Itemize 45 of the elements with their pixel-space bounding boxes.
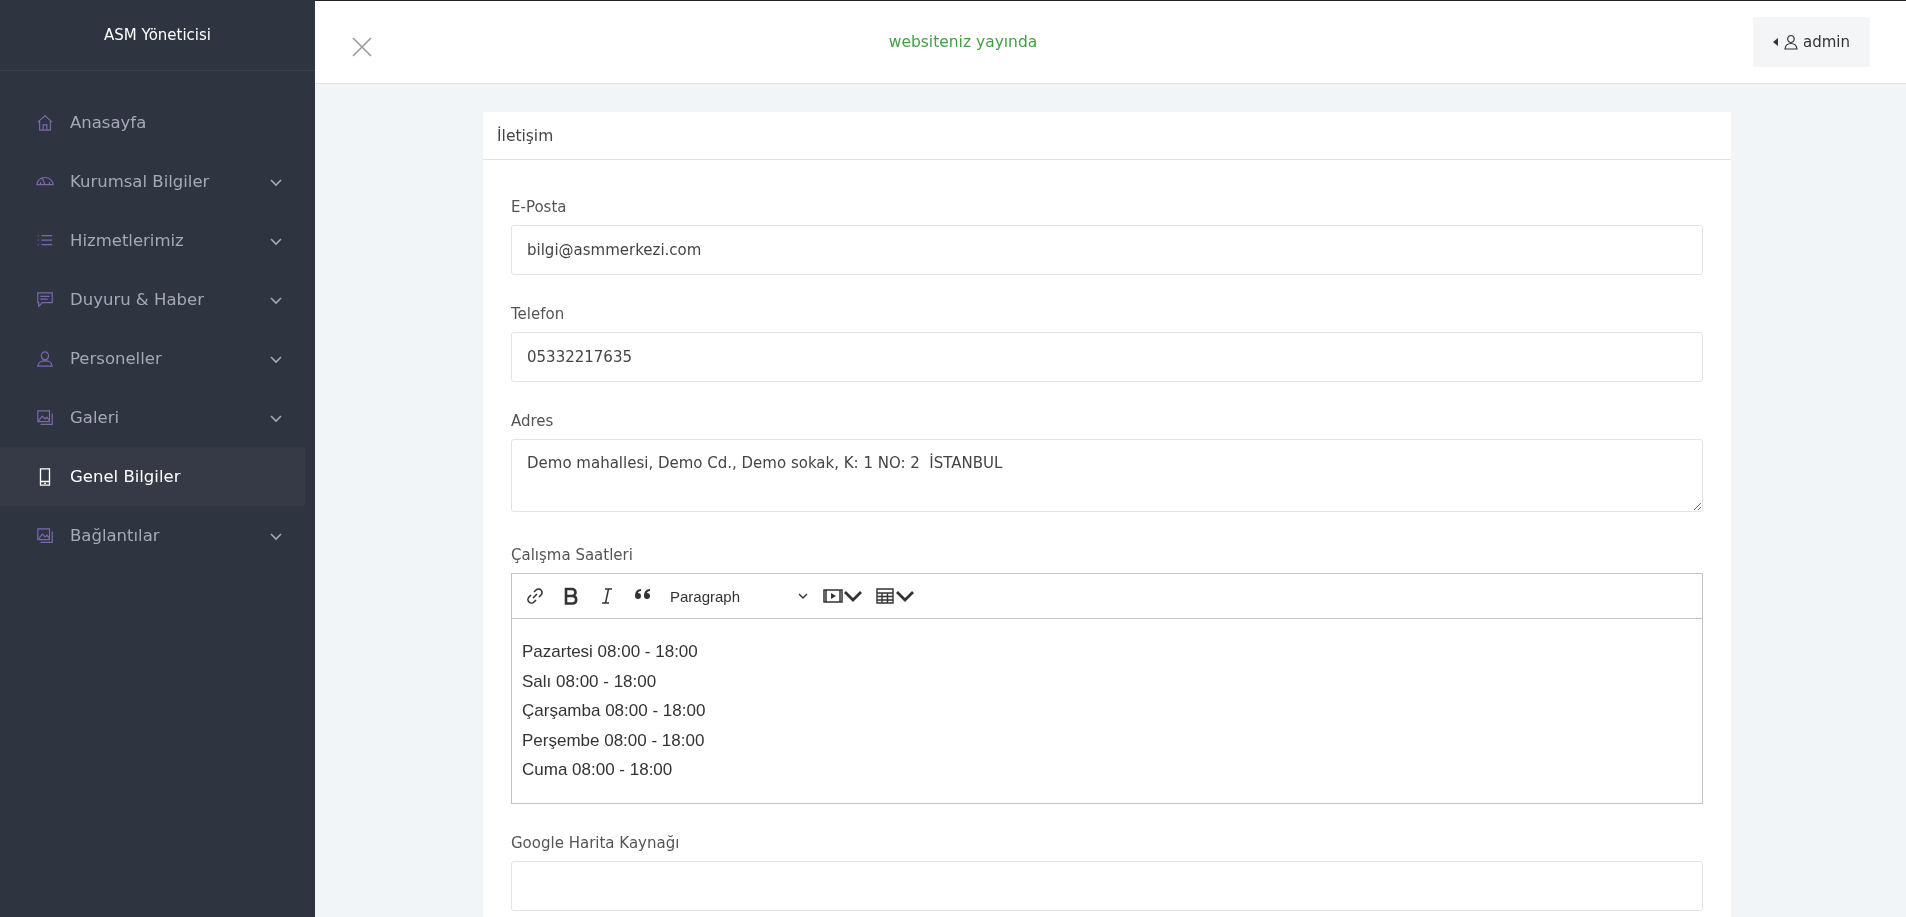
text-line: Cuma 08:00 - 18:00 — [522, 759, 674, 781]
text-line: Perşembe 08:00 - 18:00 — [522, 729, 706, 752]
chat-icon — [36, 290, 54, 309]
sidebar-item[interactable]: Galeri — [0, 388, 305, 447]
text-line: Salı 08:00 - 18:00 — [522, 670, 658, 693]
chevron-icon — [269, 176, 283, 187]
field-label: Google Harita Kaynağı — [511, 833, 681, 852]
chevron-icon — [269, 530, 283, 541]
chevron-icon — [269, 235, 283, 246]
caret-icon — [1773, 38, 1779, 46]
sidebar-item[interactable]: Duyuru & Haber — [0, 270, 305, 329]
sidebar-item[interactable]: Bağlantılar — [0, 506, 305, 565]
close-icon[interactable] — [351, 36, 373, 58]
user-menu-button[interactable]: admin — [1753, 17, 1870, 67]
table-icon — [875, 586, 895, 606]
input-field[interactable]: 05332217635 — [511, 332, 1703, 382]
sidebar-item[interactable]: Kurumsal Bilgiler — [0, 152, 305, 211]
chevron-icon — [269, 353, 283, 364]
images-icon — [36, 526, 54, 545]
chevron-icon — [269, 294, 283, 305]
field-label: Adres — [511, 412, 555, 430]
format-dropdown[interactable]: Paragraph — [664, 579, 814, 613]
home-icon — [36, 113, 54, 132]
text-line: Pazartesi 08:00 - 18:00 — [522, 641, 699, 663]
sidebar-item[interactable]: Hizmetlerimiz — [0, 211, 305, 270]
sidebar-title: ASM Yöneticisi — [104, 26, 211, 44]
person-icon — [36, 349, 54, 368]
input-field[interactable]: bilgi@asmmerkezi.com — [511, 225, 1703, 275]
sidebar-item[interactable]: Anasayfa — [0, 93, 305, 152]
text-line: Çarşamba 08:00 - 18:00 — [522, 700, 707, 722]
card-title: İletişim — [497, 126, 554, 145]
field-label: Çalışma Saatleri — [511, 546, 634, 564]
field-label: E-Posta — [511, 198, 568, 216]
sidebar-item[interactable]: Personeller — [0, 329, 305, 388]
chevron-icon — [269, 412, 283, 423]
status-text: websiteniz yayında — [887, 33, 1039, 51]
images-icon — [36, 408, 54, 427]
user-icon — [1783, 34, 1799, 50]
text-area[interactable]: Demo mahallesi, Demo Cd., Demo sokak, K: 1 NO: 2 İSTANBUL — [511, 439, 1703, 512]
input-field[interactable] — [511, 860, 1703, 911]
sidebar-item[interactable]: Genel Bilgiler — [0, 447, 305, 506]
film-icon — [823, 586, 843, 606]
editor-content[interactable]: Pazartesi 08:00 - 18:00 Salı 08:00 - 18:00 Çarşamba 08:00 - 18:00 Perşembe 08:00 - 18:00 Cuma 08:00 - 18:00 — [512, 619, 1702, 803]
field-label: Telefon — [511, 305, 566, 323]
chevron-icon — [798, 592, 808, 600]
